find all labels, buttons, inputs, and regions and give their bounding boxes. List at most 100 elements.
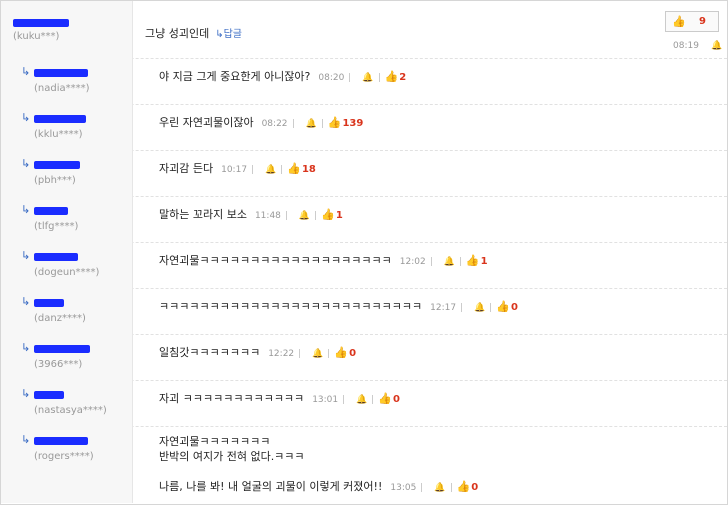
thumbs-up-icon[interactable]: 👍 bbox=[457, 480, 471, 493]
comment-author-panel bbox=[1, 1, 133, 58]
like-count: 0 bbox=[393, 394, 401, 405]
reply-text: 자괴감 든다 bbox=[159, 162, 214, 175]
author-name-redacted[interactable] bbox=[34, 388, 64, 401]
reply-time: 12:02 bbox=[399, 257, 426, 267]
reply-text: 일침갓ㅋㅋㅋㅋㅋㅋㅋ bbox=[159, 346, 261, 359]
reply-text-line: ㅋㅋㅋㅋㅋㅋㅋㅋㅋㅋㅋㅋㅋㅋㅋㅋㅋㅋㅋㅋㅋㅋㅋㅋㅋㅋ 12:17 🔔 👍0 bbox=[159, 298, 518, 314]
thumbs-up-icon[interactable]: 👍 bbox=[287, 162, 301, 175]
author-id: (kklu****) bbox=[34, 129, 83, 140]
reply-text: ㅋㅋㅋㅋㅋㅋㅋㅋㅋㅋㅋㅋㅋㅋㅋㅋㅋㅋㅋㅋㅋㅋㅋㅋㅋㅋ bbox=[159, 300, 423, 313]
author-name-redacted[interactable] bbox=[13, 16, 69, 29]
like-count: 0 bbox=[471, 482, 479, 493]
reply-time: 12:17 bbox=[430, 303, 457, 313]
reply-time: 13:05 bbox=[390, 483, 417, 493]
thumbs-up-icon[interactable]: 👍 bbox=[385, 70, 399, 83]
reply-text: 자연괴물ㅋㅋㅋㅋㅋㅋㅋㅋㅋㅋㅋㅋㅋㅋㅋㅋㅋㅋㅋ bbox=[159, 254, 392, 267]
like-button[interactable]: 👍 9 bbox=[665, 11, 719, 32]
thumbs-up-icon[interactable]: 👍 bbox=[321, 208, 335, 221]
comment-text-line: 그냥 성괴인데 ↳답글 bbox=[145, 25, 242, 41]
reply-text: 야 지금 그게 중요한게 아니잖아? bbox=[159, 70, 311, 83]
author-id: (tlfg****) bbox=[34, 221, 79, 232]
author-name-redacted[interactable] bbox=[34, 250, 78, 263]
author-id: (danz****) bbox=[34, 313, 86, 324]
author-id: (3966***) bbox=[34, 359, 83, 370]
author-id: (nadia****) bbox=[34, 83, 90, 94]
reply-text-line: 나름, 나를 봐! 내 얼굴의 괴물이 이렇게 커졌어!! 13:05 🔔 👍0 bbox=[159, 478, 478, 494]
reply-row: ↳ (3966***) 일침갓ㅋㅋㅋㅋㅋㅋㅋ 12:22 🔔 👍0 bbox=[1, 334, 727, 381]
reply-text-line: 우린 자연괴물이잖아 08:22 🔔 👍139 bbox=[159, 114, 363, 130]
reply-text: 우린 자연괴물이잖아 bbox=[159, 116, 254, 129]
reply-text: 자연괴물ㅋㅋㅋㅋㅋㅋㅋ bbox=[159, 435, 271, 448]
reply-row: ↳ (nadia****) 야 지금 그게 중요한게 아니잖아? 08:20 🔔 👍2 bbox=[1, 58, 727, 105]
thumbs-up-icon[interactable]: 👍 bbox=[378, 392, 392, 405]
author-name-redacted[interactable] bbox=[34, 66, 88, 79]
thumbs-up-icon: 👍 bbox=[672, 15, 686, 28]
report-icon[interactable]: 🔔 bbox=[299, 211, 310, 221]
reply-time: 08:22 bbox=[261, 119, 288, 129]
reply-arrow-icon: ↳ bbox=[21, 341, 31, 354]
like-count: 0 bbox=[349, 348, 357, 359]
thumbs-up-icon[interactable]: 👍 bbox=[466, 254, 480, 267]
reply-text: 나름, 나를 봐! 내 얼굴의 괴물이 이렇게 커졌어!! bbox=[159, 480, 383, 493]
comment-text: 그냥 성괴인데 bbox=[145, 27, 210, 40]
author-name-redacted[interactable] bbox=[34, 204, 68, 217]
author-id: (dogeun****) bbox=[34, 267, 100, 278]
reply-row: ↳ (nastasya****) 자괴 ㅋㅋㅋㅋㅋㅋㅋㅋㅋㅋㅋㅋ 13:01 🔔 👍0 bbox=[1, 380, 727, 427]
report-icon[interactable]: 🔔 bbox=[711, 41, 722, 51]
report-icon[interactable]: 🔔 bbox=[306, 119, 317, 129]
like-count: 1 bbox=[480, 256, 488, 267]
like-count: 0 bbox=[510, 302, 518, 313]
reply-arrow-icon: ↳ bbox=[21, 157, 31, 170]
reply-arrow-icon: ↳ bbox=[21, 249, 31, 262]
report-icon[interactable]: 🔔 bbox=[356, 395, 367, 405]
reply-arrow-icon: ↳ bbox=[21, 65, 31, 78]
like-count: 1 bbox=[335, 210, 343, 221]
reply-arrow-icon: ↳ bbox=[21, 387, 31, 400]
reply-text-line: 자괴감 든다 10:17 🔔 👍18 bbox=[159, 160, 316, 176]
report-icon[interactable]: 🔔 bbox=[312, 349, 323, 359]
reply-text-line: 일침갓ㅋㅋㅋㅋㅋㅋㅋ 12:22 🔔 👍0 bbox=[159, 344, 356, 360]
reply-time: 12:22 bbox=[268, 349, 295, 359]
reply-row: ↳ (dogeun****) 자연괴물ㅋㅋㅋㅋㅋㅋㅋㅋㅋㅋㅋㅋㅋㅋㅋㅋㅋㅋㅋ 12… bbox=[1, 242, 727, 289]
reply-arrow-icon: ↳ bbox=[21, 295, 31, 308]
report-icon[interactable]: 🔔 bbox=[362, 73, 373, 83]
author-id: (rogers****) bbox=[34, 451, 94, 462]
reply-arrow-icon: ↳ bbox=[21, 203, 31, 216]
author-name-redacted[interactable] bbox=[34, 342, 90, 355]
reply-row: ↳ (danz****) ㅋㅋㅋㅋㅋㅋㅋㅋㅋㅋㅋㅋㅋㅋㅋㅋㅋㅋㅋㅋㅋㅋㅋㅋㅋㅋ 1… bbox=[1, 288, 727, 335]
reply-text-line: 자연괴물ㅋㅋㅋㅋㅋㅋㅋㅋㅋㅋㅋㅋㅋㅋㅋㅋㅋㅋㅋ 12:02 🔔 👍1 bbox=[159, 252, 488, 268]
author-name-redacted[interactable] bbox=[34, 296, 64, 309]
reply-row: ↳ (kklu****) 우린 자연괴물이잖아 08:22 🔔 👍139 bbox=[1, 104, 727, 151]
author-id: (kuku***) bbox=[13, 31, 60, 42]
reply-link[interactable]: ↳답글 bbox=[215, 29, 242, 40]
reply-text-line: 자괴 ㅋㅋㅋㅋㅋㅋㅋㅋㅋㅋㅋㅋ 13:01 🔔 👍0 bbox=[159, 390, 400, 406]
report-icon[interactable]: 🔔 bbox=[474, 303, 485, 313]
reply-time: 10:17 bbox=[221, 165, 248, 175]
thumbs-up-icon[interactable]: 👍 bbox=[328, 116, 342, 129]
report-icon[interactable]: 🔔 bbox=[444, 257, 455, 267]
like-count: 2 bbox=[399, 72, 407, 83]
reply-text-line: 말하는 꼬라지 보소 11:48 🔔 👍1 bbox=[159, 206, 343, 222]
reply-time: 11:48 bbox=[254, 211, 281, 221]
reply-time: 13:01 bbox=[312, 395, 339, 405]
author-name-redacted[interactable] bbox=[34, 158, 80, 171]
author-id: (pbh***) bbox=[34, 175, 76, 186]
comment-top: (kuku***) 그냥 성괴인데 ↳답글 👍 9 08:19 🔔 bbox=[1, 1, 727, 59]
reply-text-line: 야 지금 그게 중요한게 아니잖아? 08:20 🔔 👍2 bbox=[159, 68, 406, 84]
report-icon[interactable]: 🔔 bbox=[265, 165, 276, 175]
author-name-redacted[interactable] bbox=[34, 112, 86, 125]
comment-time: 08:19 bbox=[673, 41, 699, 51]
thumbs-up-icon[interactable]: 👍 bbox=[496, 300, 510, 313]
author-id: (nastasya****) bbox=[34, 405, 107, 416]
reply-row: ↳ (pbh***) 자괴감 든다 10:17 🔔 👍18 bbox=[1, 150, 727, 197]
report-icon[interactable]: 🔔 bbox=[434, 483, 445, 493]
reply-text: 자괴 ㅋㅋㅋㅋㅋㅋㅋㅋㅋㅋㅋㅋ bbox=[159, 392, 305, 405]
reply-arrow-icon: ↳ bbox=[21, 111, 31, 124]
author-name-redacted[interactable] bbox=[34, 434, 88, 447]
like-count: 18 bbox=[301, 164, 316, 175]
reply-text: 반박의 여지가 전혀 없다.ㅋㅋㅋ bbox=[159, 450, 305, 463]
comment-list: (kuku***) 그냥 성괴인데 ↳답글 👍 9 08:19 🔔 ↳ (nadi… bbox=[0, 0, 728, 505]
thumbs-up-icon[interactable]: 👍 bbox=[334, 346, 348, 359]
like-count: 9 bbox=[699, 16, 706, 27]
reply-time: 08:20 bbox=[318, 73, 345, 83]
